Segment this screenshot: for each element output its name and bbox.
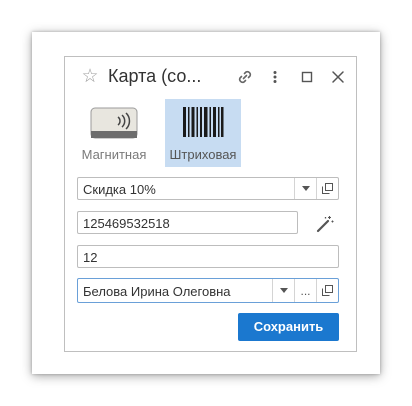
discount-select[interactable]: Скидка 10%: [77, 177, 339, 200]
dialog-title: Карта (со...: [108, 66, 202, 86]
close-icon[interactable]: [328, 67, 348, 87]
card-dialog: ☆ Карта (со... Магнитная Штриховая Скидк…: [64, 56, 357, 352]
discount-value: Скидка 10%: [83, 182, 156, 197]
link-icon[interactable]: [235, 67, 255, 87]
save-button[interactable]: Сохранить: [238, 313, 339, 341]
magic-wand-icon[interactable]: [315, 214, 335, 234]
card-type-label: Штриховая: [169, 147, 237, 162]
quantity-input[interactable]: 12: [77, 245, 339, 268]
card-type-magnetic[interactable]: Магнитная: [76, 99, 152, 167]
magnetic-card-icon: [90, 107, 138, 139]
open-icon[interactable]: [316, 279, 338, 302]
select-from-list-button[interactable]: ...: [294, 279, 316, 302]
barcode-icon: [183, 107, 224, 137]
more-icon[interactable]: [265, 67, 285, 87]
chevron-down-icon[interactable]: [294, 178, 316, 199]
open-icon[interactable]: [316, 178, 338, 199]
card-type-label: Магнитная: [81, 147, 147, 162]
card-number-input[interactable]: 125469532518: [77, 211, 298, 234]
star-icon[interactable]: ☆: [80, 67, 100, 87]
owner-select[interactable]: Белова Ирина Олеговна ...: [77, 278, 339, 303]
chevron-down-icon[interactable]: [272, 279, 294, 302]
card-number-value: 125469532518: [83, 216, 170, 231]
card-type-barcode[interactable]: Штриховая: [165, 99, 241, 167]
owner-value: Белова Ирина Олеговна: [83, 284, 231, 299]
quantity-value: 12: [83, 250, 98, 265]
dialog-titlebar: ☆ Карта (со...: [65, 57, 356, 97]
maximize-icon[interactable]: [297, 67, 317, 87]
